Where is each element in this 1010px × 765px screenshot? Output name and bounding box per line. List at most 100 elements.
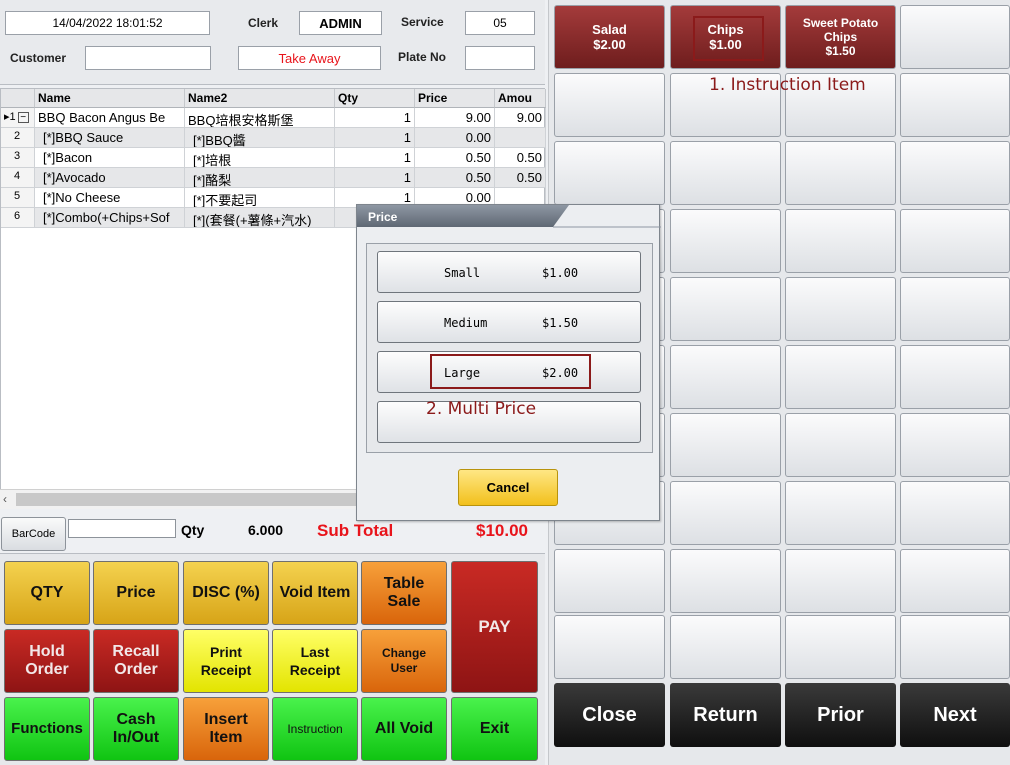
- empty-item-tile[interactable]: [785, 277, 896, 341]
- empty-item-tile[interactable]: [900, 209, 1010, 273]
- qty-button[interactable]: QTY: [4, 561, 90, 625]
- empty-item-tile[interactable]: [785, 549, 896, 613]
- scrollbar-thumb[interactable]: [16, 493, 361, 506]
- grid-header-name2: Name2: [185, 89, 335, 108]
- clerk-label: Clerk: [248, 16, 279, 30]
- cell-price: 0.50: [415, 148, 495, 168]
- table-row[interactable]: 4 [*]Avocado [*]酪梨 1 0.50 0.50: [1, 168, 546, 188]
- empty-item-tile[interactable]: [670, 141, 781, 205]
- price-button[interactable]: Price: [93, 561, 179, 625]
- row-number: 6: [14, 210, 21, 222]
- scroll-left-icon[interactable]: ‹: [3, 492, 7, 506]
- barcode-input[interactable]: [68, 519, 176, 538]
- empty-item-tile[interactable]: [900, 73, 1010, 137]
- empty-item-tile[interactable]: [670, 277, 781, 341]
- customer-label: Customer: [10, 51, 67, 65]
- cell-amount: [495, 128, 546, 148]
- annotation-multi-price: 2. Multi Price: [426, 399, 537, 419]
- cell-row-number: 3: [1, 148, 35, 168]
- empty-item-tile[interactable]: [554, 73, 665, 137]
- grid-header-indicator: [1, 89, 35, 108]
- empty-item-tile[interactable]: [785, 615, 896, 679]
- empty-item-tile[interactable]: [785, 209, 896, 273]
- empty-item-tile[interactable]: [785, 345, 896, 409]
- table-row[interactable]: 2 [*]BBQ Sauce [*]BBQ醬 1 0.00: [1, 128, 546, 148]
- change-user-button[interactable]: Change User: [361, 629, 447, 693]
- cell-amount: 0.50: [495, 168, 546, 188]
- next-button[interactable]: Next: [900, 683, 1010, 747]
- price-option-small[interactable]: Small $1.00: [377, 251, 641, 293]
- item-salad[interactable]: Salad $2.00: [554, 5, 665, 69]
- price-option-price: $1.00: [542, 266, 579, 280]
- empty-item-tile[interactable]: [670, 209, 781, 273]
- subtotal-value: $10.00: [476, 521, 528, 540]
- recall-order-button[interactable]: Recall Order: [93, 629, 179, 693]
- row-number: 4: [14, 170, 21, 182]
- empty-item-tile[interactable]: [900, 615, 1010, 679]
- exit-button[interactable]: Exit: [451, 697, 538, 761]
- empty-item-tile[interactable]: [900, 141, 1010, 205]
- row-number: 3: [14, 150, 21, 162]
- empty-item-tile[interactable]: [785, 481, 896, 545]
- return-button[interactable]: Return: [670, 683, 781, 747]
- plate-field[interactable]: [465, 46, 535, 70]
- void-item-button[interactable]: Void Item: [272, 561, 358, 625]
- functions-button[interactable]: Functions: [4, 697, 90, 761]
- price-option-medium[interactable]: Medium $1.50: [377, 301, 641, 343]
- discount-button[interactable]: DISC (%): [183, 561, 269, 625]
- order-header: 14/04/2022 18:01:52 Clerk ADMIN Service …: [0, 0, 545, 85]
- cell-price: 0.50: [415, 168, 495, 188]
- cell-name: [*]BBQ Sauce: [35, 128, 185, 148]
- chips-highlight-box: [693, 16, 764, 61]
- grid-header-qty: Qty: [335, 89, 415, 108]
- empty-item-tile[interactable]: [900, 413, 1010, 477]
- empty-item-tile[interactable]: [900, 345, 1010, 409]
- table-row[interactable]: ▸1− BBQ Bacon Angus Be BBQ培根安格斯堡 1 9.00 9.00: [1, 108, 546, 128]
- empty-item-tile[interactable]: [900, 549, 1010, 613]
- cell-name2: [*]酪梨: [185, 168, 335, 188]
- last-receipt-button[interactable]: Last Receipt: [272, 629, 358, 693]
- row-number: 1: [9, 111, 16, 123]
- dialog-title-bar: [357, 205, 661, 228]
- empty-item-tile[interactable]: [554, 549, 665, 613]
- empty-item-tile[interactable]: [785, 413, 896, 477]
- price-dialog: Price Small $1.00 Medium $1.50 Large $2.…: [356, 204, 661, 521]
- barcode-button[interactable]: BarCode: [1, 517, 66, 551]
- close-button[interactable]: Close: [554, 683, 665, 747]
- pay-button[interactable]: PAY: [451, 561, 538, 693]
- table-sale-button[interactable]: Table Sale: [361, 561, 447, 625]
- table-row[interactable]: 3 [*]Bacon [*]培根 1 0.50 0.50: [1, 148, 546, 168]
- print-receipt-button[interactable]: Print Receipt: [183, 629, 269, 693]
- empty-item-tile[interactable]: [670, 413, 781, 477]
- insert-item-button[interactable]: Insert Item: [183, 697, 269, 761]
- prior-button[interactable]: Prior: [785, 683, 896, 747]
- cell-row-number: ▸1−: [1, 108, 35, 128]
- cell-name2: [*]培根: [185, 148, 335, 168]
- all-void-button[interactable]: All Void: [361, 697, 447, 761]
- cell-name: [*]No Cheese: [35, 188, 185, 208]
- service-field[interactable]: 05: [465, 11, 535, 35]
- empty-item-tile[interactable]: [670, 345, 781, 409]
- cancel-button[interactable]: Cancel: [458, 469, 558, 506]
- cash-in-out-button[interactable]: Cash In/Out: [93, 697, 179, 761]
- empty-item-tile[interactable]: [900, 5, 1010, 69]
- empty-item-tile[interactable]: [900, 277, 1010, 341]
- hold-order-button[interactable]: Hold Order: [4, 629, 90, 693]
- order-type-field[interactable]: Take Away: [238, 46, 381, 70]
- cell-price: 0.00: [415, 128, 495, 148]
- empty-item-tile[interactable]: [670, 481, 781, 545]
- empty-item-tile[interactable]: [670, 549, 781, 613]
- empty-item-tile[interactable]: [554, 615, 665, 679]
- customer-field[interactable]: [85, 46, 211, 70]
- empty-item-tile[interactable]: [785, 141, 896, 205]
- empty-item-tile[interactable]: [900, 481, 1010, 545]
- cell-amount: 9.00: [495, 108, 546, 128]
- item-sweet-potato-chips[interactable]: Sweet Potato Chips $1.50: [785, 5, 896, 69]
- cell-row-number: 5: [1, 188, 35, 208]
- instruction-button[interactable]: Instruction: [272, 697, 358, 761]
- price-option-name: Medium: [444, 316, 488, 330]
- empty-item-tile[interactable]: [670, 615, 781, 679]
- collapse-icon[interactable]: −: [17, 111, 29, 123]
- empty-item-tile[interactable]: [554, 141, 665, 205]
- grid-header-price: Price: [415, 89, 495, 108]
